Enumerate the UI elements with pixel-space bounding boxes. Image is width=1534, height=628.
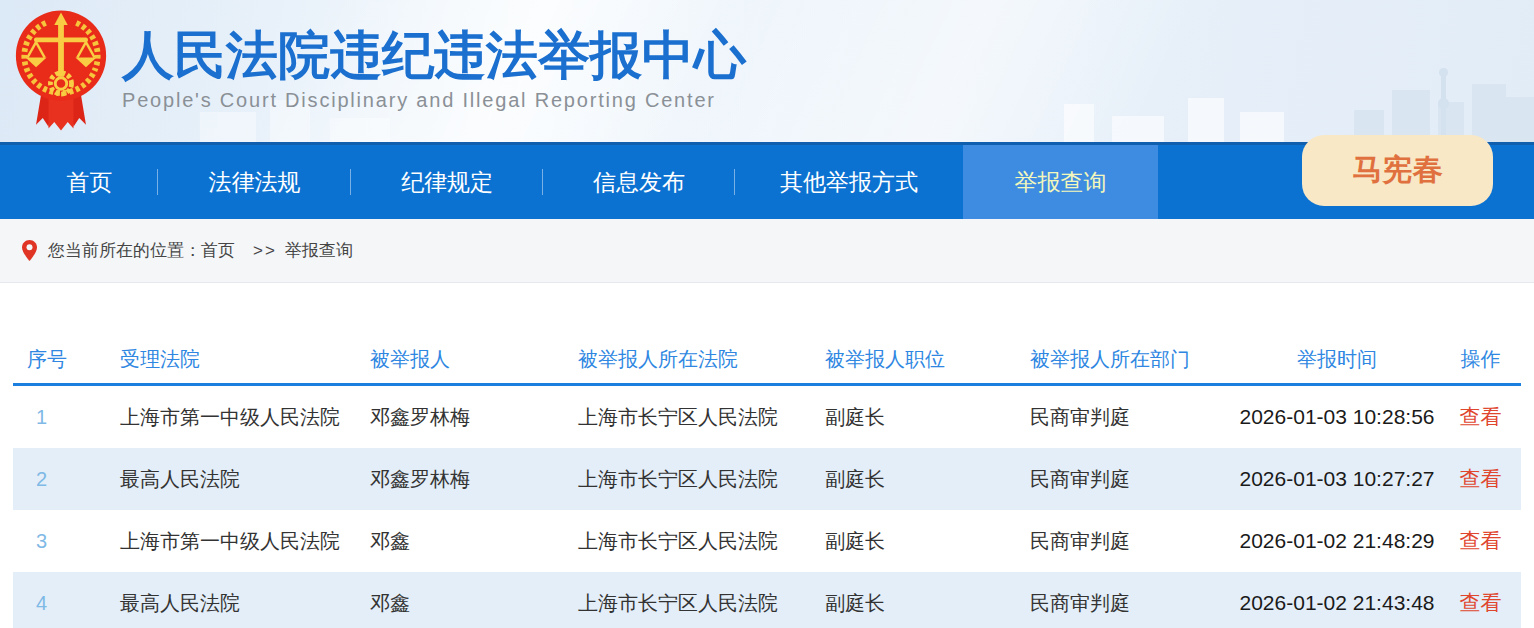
- cell-court: 上海市第一中级人民法院: [107, 528, 370, 555]
- table-row: 2最高人民法院邓鑫罗林梅上海市长宁区人民法院副庭长民商审判庭2026-01-03…: [13, 448, 1521, 510]
- cell-action: 查看: [1440, 403, 1521, 431]
- cell-time: 2026-01-03 10:27:27: [1234, 467, 1440, 491]
- location-pin-icon: [22, 240, 37, 261]
- cell-reported_person: 邓鑫罗林梅: [370, 466, 575, 493]
- cell-time: 2026-01-03 10:28:56: [1234, 405, 1440, 429]
- cell-department: 民商审判庭: [1030, 404, 1234, 431]
- breadcrumb-home-link[interactable]: 首页: [201, 239, 235, 262]
- skyline-building: [1064, 104, 1094, 142]
- skyline-building: [1188, 98, 1224, 142]
- cell-person_court: 上海市长宁区人民法院: [575, 528, 825, 555]
- view-link[interactable]: 查看: [1460, 405, 1502, 428]
- cell-index: 4: [13, 592, 107, 615]
- cell-department: 民商审判庭: [1030, 466, 1234, 493]
- cell-person_court: 上海市长宁区人民法院: [575, 404, 825, 431]
- col-header-position: 被举报人职位: [825, 346, 1030, 373]
- breadcrumb-label: 您当前所在的位置：: [48, 239, 201, 262]
- col-header-time: 举报时间: [1234, 346, 1440, 373]
- cell-reported_person: 邓鑫罗林梅: [370, 404, 575, 431]
- page-header: 人民法院违纪违法举报中心 People's Court Disciplinary…: [0, 0, 1534, 142]
- cell-action: 查看: [1440, 527, 1521, 555]
- cell-index: 3: [13, 530, 107, 553]
- table-header-row: 序号 受理法院 被举报人 被举报人所在法院 被举报人职位 被举报人所在部门 举报…: [13, 335, 1521, 383]
- skyline-building: [330, 118, 390, 142]
- site-title: 人民法院违纪违法举报中心: [122, 26, 746, 84]
- skyline-tower: [1441, 76, 1446, 142]
- col-header-index: 序号: [13, 346, 107, 373]
- nav-item-1[interactable]: 法律法规: [158, 145, 351, 219]
- cell-reported_person: 邓鑫: [370, 528, 575, 555]
- col-header-person-court: 被举报人所在法院: [575, 346, 825, 373]
- breadcrumb-current: 举报查询: [285, 239, 353, 262]
- cell-court: 最高人民法院: [107, 590, 370, 617]
- cell-position: 副庭长: [825, 404, 1030, 431]
- cell-position: 副庭长: [825, 590, 1030, 617]
- cell-court: 上海市第一中级人民法院: [107, 404, 370, 431]
- view-link[interactable]: 查看: [1460, 467, 1502, 490]
- cell-person_court: 上海市长宁区人民法院: [575, 466, 825, 493]
- court-emblem-logo: [13, 6, 109, 140]
- cell-person_court: 上海市长宁区人民法院: [575, 590, 825, 617]
- cell-index: 1: [13, 406, 107, 429]
- cell-department: 民商审判庭: [1030, 528, 1234, 555]
- cell-time: 2026-01-02 21:43:48: [1234, 591, 1440, 615]
- cell-position: 副庭长: [825, 466, 1030, 493]
- nav-item-3[interactable]: 信息发布: [543, 145, 735, 219]
- view-link[interactable]: 查看: [1460, 591, 1502, 614]
- cell-time: 2026-01-02 21:48:29: [1234, 529, 1440, 553]
- site-subtitle: People's Court Disciplinary and Illegal …: [122, 89, 746, 112]
- main-nav: 首页法律法规纪律规定信息发布其他举报方式举报查询马宪春: [0, 142, 1534, 219]
- view-link[interactable]: 查看: [1460, 529, 1502, 552]
- skyline-building: [200, 112, 256, 142]
- table-body: 1上海市第一中级人民法院邓鑫罗林梅上海市长宁区人民法院副庭长民商审判庭2026-…: [13, 386, 1521, 628]
- col-header-court: 受理法院: [107, 346, 370, 373]
- cell-index: 2: [13, 468, 107, 491]
- skyline-building: [1112, 116, 1164, 142]
- skyline-building: [1472, 84, 1506, 142]
- skyline-building: [1240, 112, 1284, 142]
- cell-department: 民商审判庭: [1030, 590, 1234, 617]
- cell-action: 查看: [1440, 589, 1521, 617]
- nav-item-5[interactable]: 举报查询: [963, 145, 1158, 219]
- report-query-table: 序号 受理法院 被举报人 被举报人所在法院 被举报人职位 被举报人所在部门 举报…: [13, 335, 1521, 628]
- table-row: 1上海市第一中级人民法院邓鑫罗林梅上海市长宁区人民法院副庭长民商审判庭2026-…: [13, 386, 1521, 448]
- table-row: 4最高人民法院邓鑫上海市长宁区人民法院副庭长民商审判庭2026-01-02 21…: [13, 572, 1521, 628]
- nav-item-2[interactable]: 纪律规定: [351, 145, 543, 219]
- table-row: 3上海市第一中级人民法院邓鑫上海市长宁区人民法院副庭长民商审判庭2026-01-…: [13, 510, 1521, 572]
- col-header-action: 操作: [1440, 346, 1521, 373]
- breadcrumb: 您当前所在的位置： 首页 >> 举报查询: [0, 219, 1534, 283]
- user-button[interactable]: 马宪春: [1302, 135, 1493, 206]
- cell-action: 查看: [1440, 465, 1521, 493]
- cell-reported_person: 邓鑫: [370, 590, 575, 617]
- cell-position: 副庭长: [825, 528, 1030, 555]
- breadcrumb-separator: >>: [253, 241, 277, 261]
- nav-item-0[interactable]: 首页: [21, 145, 158, 219]
- cell-court: 最高人民法院: [107, 466, 370, 493]
- nav-item-4[interactable]: 其他举报方式: [735, 145, 963, 219]
- col-header-department: 被举报人所在部门: [1030, 346, 1234, 373]
- col-header-reported-person: 被举报人: [370, 346, 575, 373]
